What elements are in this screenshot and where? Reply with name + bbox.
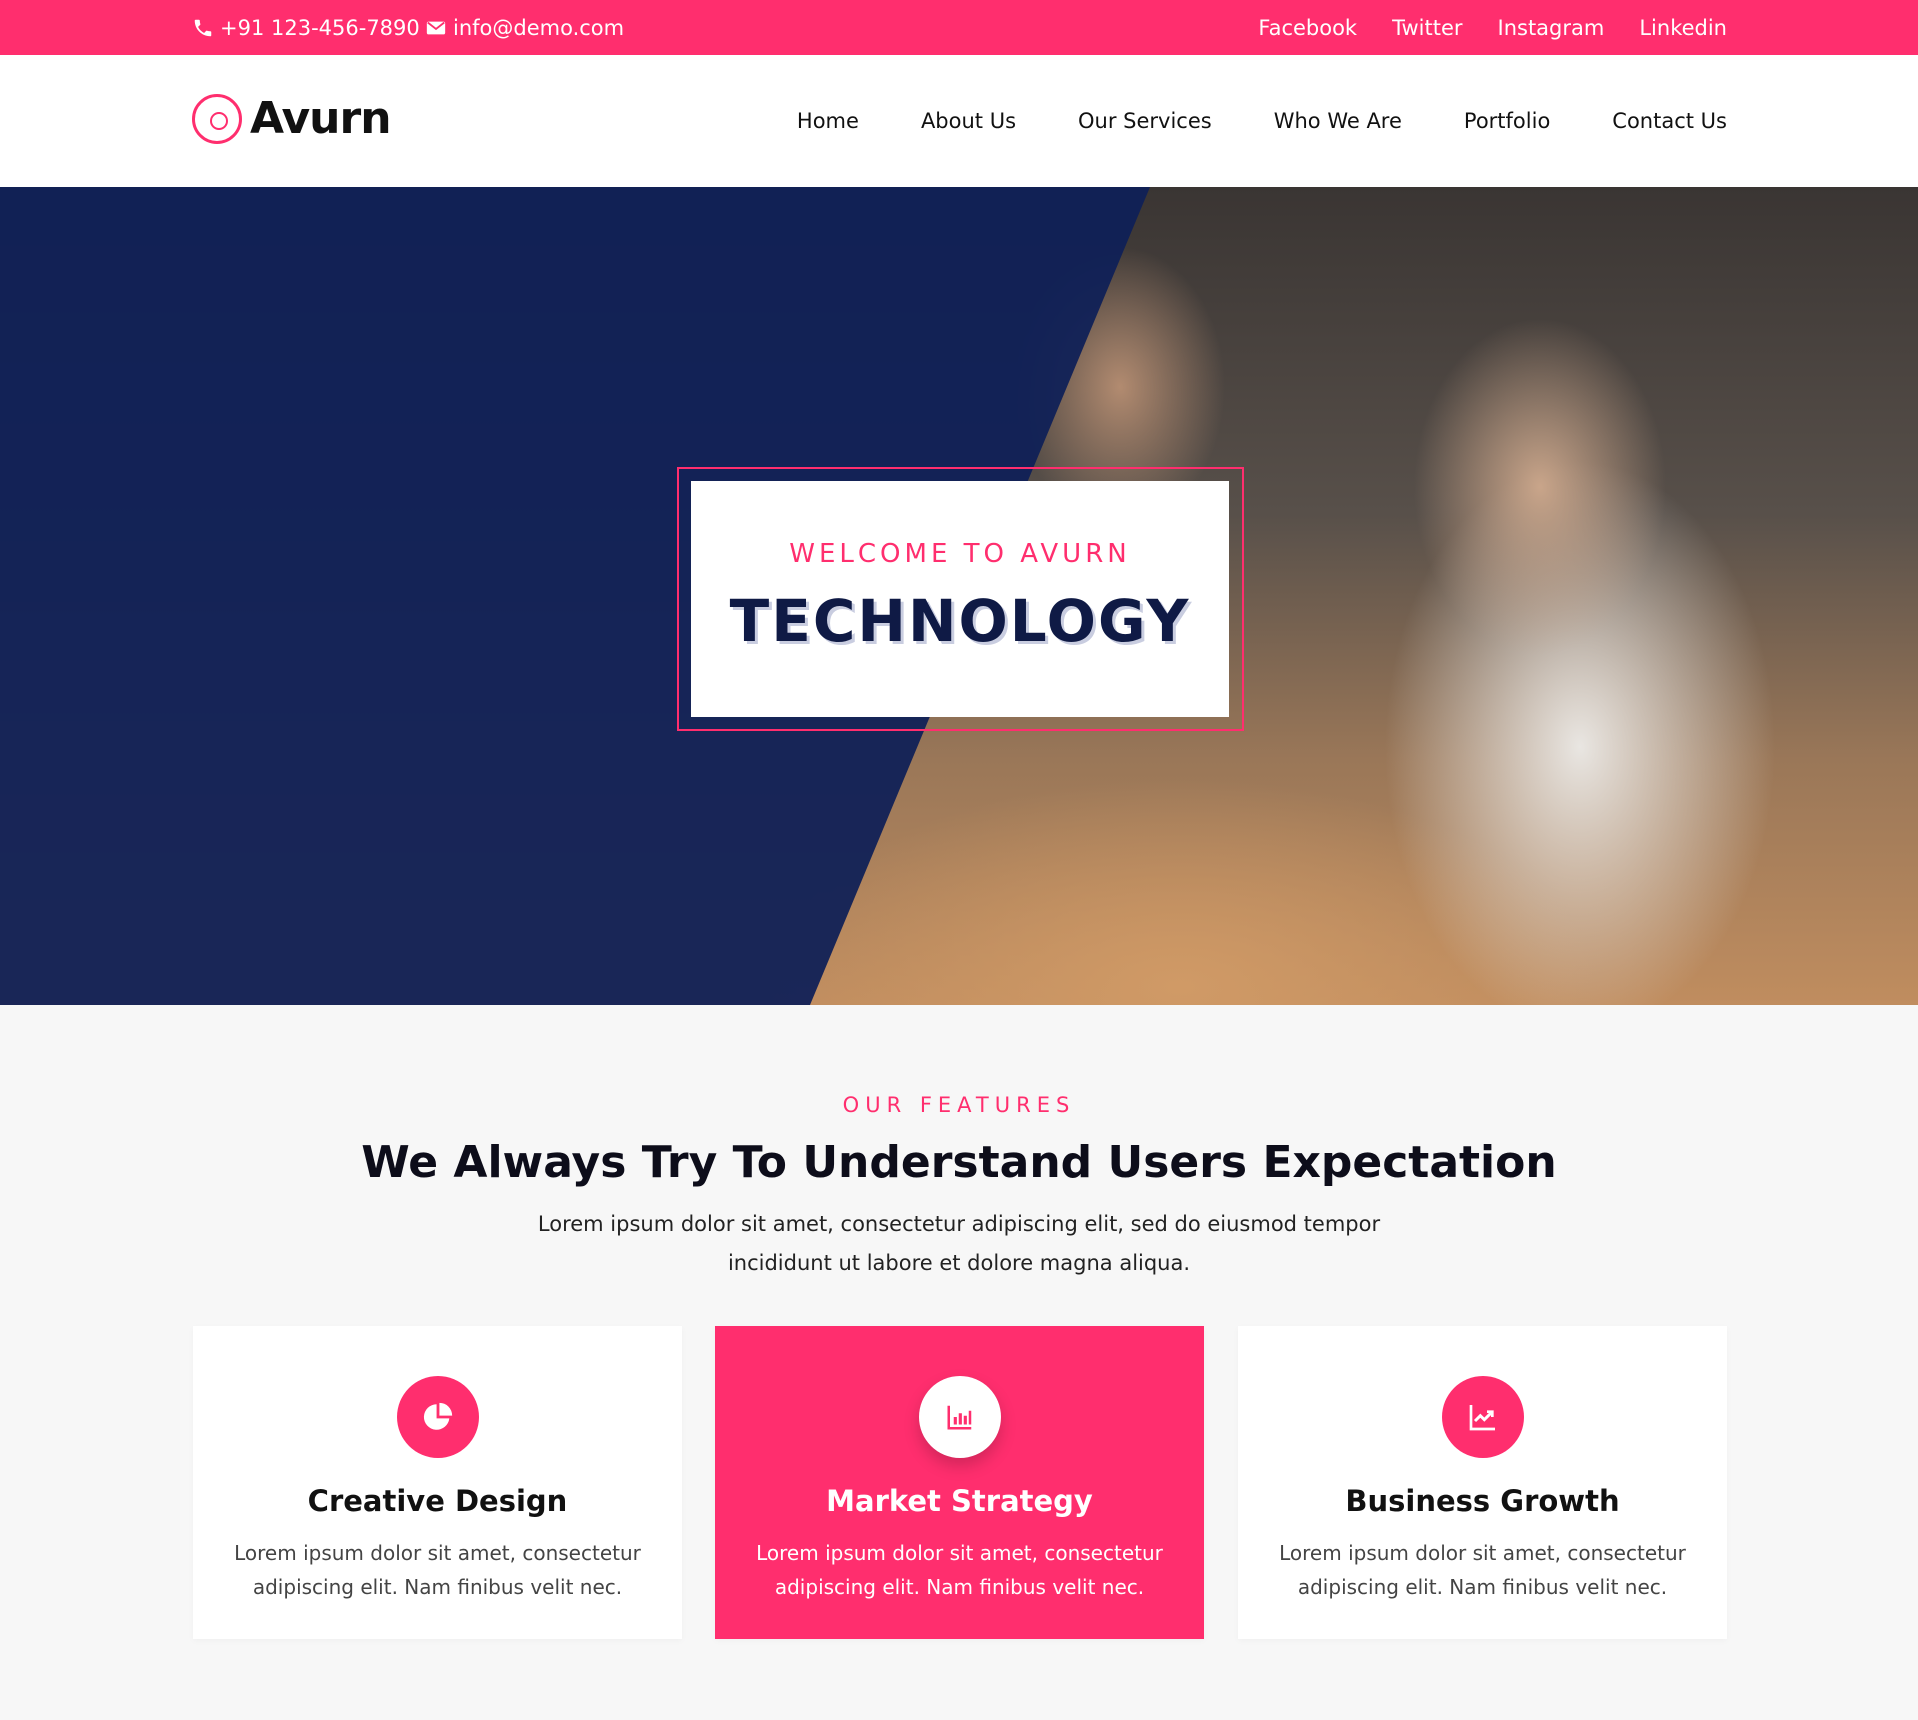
main-nav: Home About Us Our Services Who We Are Po…: [797, 55, 1727, 187]
card-text-line: Lorem ipsum dolor sit amet, consectetur: [756, 1541, 1163, 1565]
features-title: We Always Try To Understand Users Expect…: [361, 1137, 1557, 1188]
linkedin-link[interactable]: Linkedin: [1639, 16, 1727, 40]
card-text: Lorem ipsum dolor sit amet, consectetur …: [755, 1536, 1164, 1604]
nav-who-we-are[interactable]: Who We Are: [1274, 109, 1402, 133]
top-bar: +91 123-456-7890 info@demo.com Facebook …: [0, 0, 1918, 55]
logo-text: Avurn: [250, 93, 392, 144]
email-contact[interactable]: info@demo.com: [425, 0, 624, 55]
logo-ring-icon: [192, 93, 242, 144]
card-text-line: adipiscing elit. Nam finibus velit nec.: [252, 1575, 623, 1599]
hero-kicker: WELCOME TO AVURN: [789, 539, 1131, 569]
email-address: info@demo.com: [453, 15, 625, 40]
features-description-line: Lorem ipsum dolor sit amet, consectetur …: [537, 1212, 1381, 1236]
envelope-icon: [425, 17, 447, 39]
nav-our-services[interactable]: Our Services: [1078, 109, 1212, 133]
card-text-line: Lorem ipsum dolor sit amet, consectetur: [234, 1541, 641, 1565]
nav-contact-us[interactable]: Contact Us: [1612, 109, 1727, 133]
bar-chart-icon: [919, 1376, 1001, 1458]
phone-number: +91 123-456-7890: [220, 15, 420, 40]
card-title: Market Strategy: [826, 1484, 1093, 1518]
phone-contact[interactable]: +91 123-456-7890: [192, 0, 420, 55]
card-text-line: adipiscing elit. Nam finibus velit nec.: [774, 1575, 1145, 1599]
twitter-link[interactable]: Twitter: [1392, 16, 1462, 40]
social-links: Facebook Twitter Instagram Linkedin: [1258, 0, 1727, 55]
site-header: Avurn Home About Us Our Services Who We …: [0, 55, 1918, 187]
nav-about-us[interactable]: About Us: [921, 109, 1016, 133]
facebook-link[interactable]: Facebook: [1258, 16, 1357, 40]
features-section: OUR FEATURES We Always Try To Understand…: [0, 1005, 1918, 1720]
instagram-link[interactable]: Instagram: [1498, 16, 1605, 40]
features-description-line: incididunt ut labore et dolore magna ali…: [727, 1251, 1191, 1275]
card-text: Lorem ipsum dolor sit amet, consectetur …: [1278, 1536, 1687, 1604]
feature-card-business-growth[interactable]: Business Growth Lorem ipsum dolor sit am…: [1238, 1326, 1727, 1639]
hero-banner: WELCOME TO AVURN TECHNOLOGY: [0, 187, 1918, 1005]
nav-home[interactable]: Home: [797, 109, 859, 133]
hero-caption-box: WELCOME TO AVURN TECHNOLOGY: [691, 481, 1229, 717]
phone-icon: [192, 17, 214, 39]
card-title: Creative Design: [307, 1484, 568, 1518]
card-text: Lorem ipsum dolor sit amet, consectetur …: [233, 1536, 642, 1604]
hero-title: TECHNOLOGY: [729, 587, 1191, 655]
feature-card-creative-design[interactable]: Creative Design Lorem ipsum dolor sit am…: [193, 1326, 682, 1639]
line-chart-icon: [1442, 1376, 1524, 1458]
logo[interactable]: Avurn: [192, 93, 392, 144]
features-kicker: OUR FEATURES: [842, 1093, 1076, 1117]
card-text-line: Lorem ipsum dolor sit amet, consectetur: [1279, 1541, 1686, 1565]
card-text-line: adipiscing elit. Nam finibus velit nec.: [1297, 1575, 1668, 1599]
pie-chart-icon: [397, 1376, 479, 1458]
card-title: Business Growth: [1345, 1484, 1620, 1518]
feature-card-market-strategy[interactable]: Market Strategy Lorem ipsum dolor sit am…: [715, 1326, 1204, 1639]
features-description: Lorem ipsum dolor sit amet, consectetur …: [529, 1205, 1389, 1283]
nav-portfolio[interactable]: Portfolio: [1464, 109, 1550, 133]
